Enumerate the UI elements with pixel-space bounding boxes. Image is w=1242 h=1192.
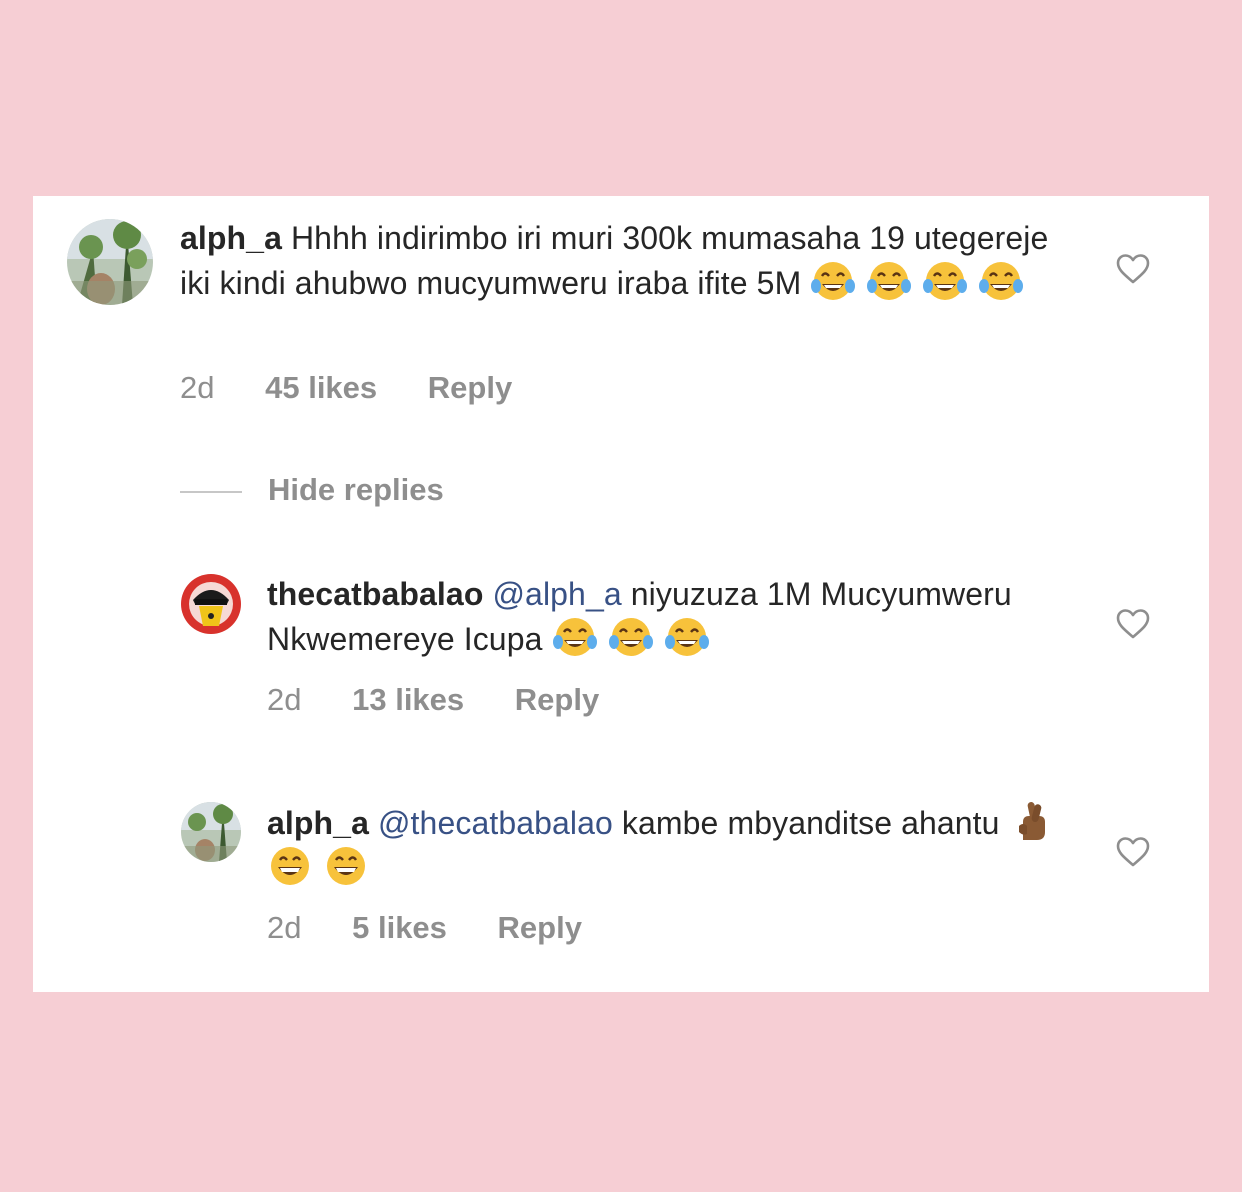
comment-2-likes[interactable]: 13 likes (352, 682, 464, 718)
hide-replies-label: Hide replies (268, 472, 444, 507)
comment-3-meta: 2d 5 likes Reply (267, 910, 582, 946)
comment-1-text: alph_a Hhhh indirimbo iri muri 300k muma… (180, 216, 1060, 305)
comment-2-text: thecatbabalao @alph_a niyuzuza 1M Mucyum… (267, 572, 1067, 661)
tears-of-joy-emoji-icon (552, 618, 597, 656)
comment-2-meta: 2d 13 likes Reply (267, 682, 599, 718)
avatar-alph-a[interactable] (67, 219, 153, 305)
comment-1-username[interactable]: alph_a (180, 220, 282, 256)
comment-2-reply-button[interactable]: Reply (515, 682, 599, 718)
hide-replies-divider (180, 490, 242, 493)
comment-3-time: 2d (267, 910, 302, 945)
avatar-thecatbabalao[interactable] (181, 574, 241, 634)
heart-outline-icon[interactable] (1115, 608, 1151, 640)
comment-1-time: 2d (180, 370, 215, 405)
grinning-face-emoji-icon (271, 847, 309, 885)
tears-of-joy-emoji-icon (979, 262, 1024, 300)
tears-of-joy-emoji-icon (811, 262, 856, 300)
comment-3-reply-button[interactable]: Reply (498, 910, 582, 946)
comment-2-mention[interactable]: @alph_a (483, 576, 621, 612)
comment-1-reply-button[interactable]: Reply (428, 370, 512, 406)
comment-2-username[interactable]: thecatbabalao (267, 576, 483, 612)
heart-outline-icon[interactable] (1115, 253, 1151, 285)
tears-of-joy-emoji-icon (923, 262, 968, 300)
comments-card: alph_a Hhhh indirimbo iri muri 300k muma… (33, 196, 1209, 992)
tears-of-joy-emoji-icon (867, 262, 912, 300)
comment-1-meta: 2d 45 likes Reply (180, 370, 512, 406)
comment-2-emojis (552, 618, 720, 657)
comment-1-likes[interactable]: 45 likes (265, 370, 377, 406)
comment-2-time: 2d (267, 682, 302, 717)
tears-of-joy-emoji-icon (608, 618, 653, 656)
avatar-alph-a[interactable] (181, 802, 241, 862)
comment-3-likes[interactable]: 5 likes (352, 910, 447, 946)
comment-1-emojis (810, 262, 1034, 301)
comment-3-mention[interactable]: @thecatbabalao (369, 805, 613, 841)
tears-of-joy-emoji-icon (664, 618, 709, 656)
grinning-face-emoji-icon (327, 847, 365, 885)
comment-3-body: kambe mbyanditse ahantu (612, 805, 1000, 841)
hide-replies-button[interactable]: Hide replies (180, 472, 444, 508)
crossed-fingers-emoji-icon (1018, 802, 1045, 840)
heart-outline-icon[interactable] (1115, 836, 1151, 868)
comment-3-username[interactable]: alph_a (267, 805, 369, 841)
comment-3-text: alph_a @thecatbabalao kambe mbyanditse a… (267, 800, 1067, 890)
